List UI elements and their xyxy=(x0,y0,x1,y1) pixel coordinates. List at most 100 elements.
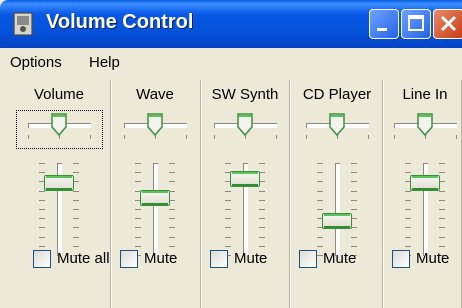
volume-tick xyxy=(73,245,79,247)
maximize-button[interactable] xyxy=(401,9,431,39)
volume-tick xyxy=(439,227,445,229)
volume-tick xyxy=(73,209,79,210)
mute-label: Mute all xyxy=(57,250,110,267)
title-bar[interactable]: Volume Control xyxy=(0,0,462,48)
menu-help[interactable]: Help xyxy=(89,54,120,71)
channel-label: Wave xyxy=(136,86,174,103)
volume-tick xyxy=(317,163,323,164)
volume-tick xyxy=(351,181,357,183)
volume-thumb[interactable] xyxy=(44,175,74,192)
balance-thumb[interactable] xyxy=(237,113,253,137)
volume-thumb[interactable] xyxy=(322,212,352,229)
volume-tick xyxy=(225,163,231,164)
volume-tick xyxy=(259,227,265,229)
volume-thumb[interactable] xyxy=(410,175,440,192)
minimize-button[interactable] xyxy=(369,9,399,39)
balance-tick xyxy=(306,135,307,139)
menu-options[interactable]: Options xyxy=(10,54,62,71)
volume-tick xyxy=(351,245,357,247)
volume-control-window: Volume Control Options Help Volume Mute a… xyxy=(0,0,462,308)
mute-checkbox[interactable] xyxy=(392,250,410,268)
volume-tick xyxy=(169,236,175,238)
volume-tick xyxy=(405,236,411,238)
channel-label: Volume xyxy=(33,86,85,103)
panel-divider xyxy=(111,80,112,308)
volume-tick xyxy=(135,227,141,229)
mute-checkbox[interactable] xyxy=(120,250,138,268)
balance-thumb[interactable] xyxy=(417,113,433,137)
volume-tick xyxy=(73,190,79,192)
volume-slider[interactable] xyxy=(153,163,158,256)
volume-tick xyxy=(317,209,323,210)
volume-tick xyxy=(39,163,45,164)
panel-divider xyxy=(201,80,202,308)
volume-tick xyxy=(225,245,231,247)
volume-tick xyxy=(405,218,411,220)
volume-tick xyxy=(259,236,265,238)
balance-thumb[interactable] xyxy=(51,113,67,137)
channel-label: CD Player xyxy=(302,86,372,103)
balance-tick xyxy=(90,135,91,139)
volume-tick xyxy=(405,172,411,174)
mute-label: Mute xyxy=(323,250,357,267)
volume-tick xyxy=(259,218,265,220)
volume-tick xyxy=(169,218,175,220)
balance-tick xyxy=(186,135,187,139)
volume-tick xyxy=(439,199,445,201)
volume-tick xyxy=(317,172,323,174)
volume-slider[interactable] xyxy=(335,163,340,256)
mute-checkbox[interactable] xyxy=(210,250,228,268)
volume-tick xyxy=(317,181,323,183)
volume-tick xyxy=(39,236,45,238)
volume-tick xyxy=(135,218,141,220)
balance-tick xyxy=(124,135,125,139)
volume-tick xyxy=(73,236,79,238)
volume-tick xyxy=(225,236,231,238)
volume-tick xyxy=(169,227,175,229)
volume-thumb[interactable] xyxy=(230,170,260,187)
volume-tick xyxy=(73,227,79,229)
balance-thumb[interactable] xyxy=(147,113,163,137)
volume-tick xyxy=(317,190,323,192)
volume-tick xyxy=(73,199,79,201)
volume-tick xyxy=(259,209,265,210)
volume-tick xyxy=(439,209,445,210)
volume-tick xyxy=(39,199,45,201)
mute-checkbox[interactable] xyxy=(299,250,317,268)
volume-tick xyxy=(169,163,175,164)
volume-tick xyxy=(169,245,175,247)
panel-divider xyxy=(383,80,384,308)
volume-tick xyxy=(351,236,357,238)
volume-tick xyxy=(317,199,323,201)
volume-tick xyxy=(73,218,79,220)
volume-tick xyxy=(135,209,141,210)
close-button[interactable] xyxy=(433,9,462,39)
volume-tick xyxy=(351,209,357,210)
channel-label: SW Synth xyxy=(211,86,279,103)
window-title: Volume Control xyxy=(46,11,194,33)
volume-tick xyxy=(439,172,445,174)
volume-thumb[interactable] xyxy=(140,189,170,206)
balance-tick xyxy=(456,135,457,139)
volume-tick xyxy=(39,218,45,220)
volume-tick xyxy=(439,245,445,247)
volume-tick xyxy=(39,227,45,229)
volume-tick xyxy=(73,163,79,164)
balance-thumb[interactable] xyxy=(329,113,345,137)
volume-tick xyxy=(405,163,411,164)
speaker-app-icon xyxy=(13,12,33,36)
volume-tick xyxy=(351,172,357,174)
volume-tick xyxy=(135,236,141,238)
balance-tick xyxy=(394,135,395,139)
volume-tick xyxy=(259,245,265,247)
balance-tick xyxy=(368,135,369,139)
close-icon xyxy=(440,15,457,32)
volume-tick xyxy=(225,209,231,210)
volume-tick xyxy=(39,209,45,210)
volume-tick xyxy=(317,236,323,238)
mute-checkbox[interactable] xyxy=(33,250,51,268)
balance-tick xyxy=(28,135,29,139)
volume-tick xyxy=(225,199,231,201)
volume-tick xyxy=(73,172,79,174)
volume-tick xyxy=(351,199,357,201)
